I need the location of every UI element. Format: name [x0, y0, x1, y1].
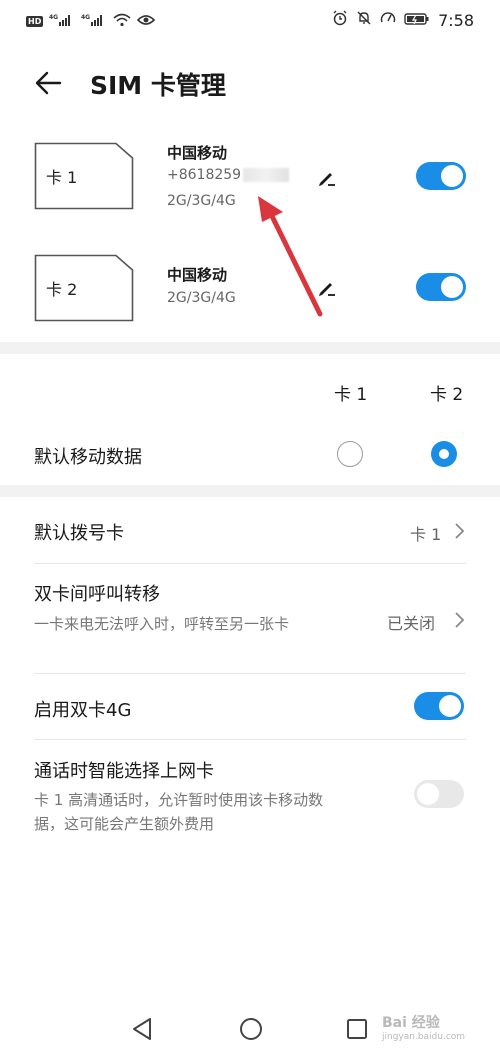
default-dial-card-label: 默认拨号卡 [34, 523, 124, 544]
clock-time: 7:58 [438, 10, 474, 30]
hd-badge: HD [26, 16, 44, 27]
column-header-card-2: 卡 2 [430, 385, 464, 405]
default-dial-card-row[interactable]: 默认拨号卡 卡 1 [0, 500, 500, 562]
smart-data-toggle[interactable] [414, 780, 464, 808]
sim-carrier: 中国移动 [167, 266, 228, 284]
sim-card-label: 卡 1 [46, 168, 78, 187]
red-arrow-annotation [258, 196, 323, 317]
smart-data-label: 通话时智能选择上网卡 [34, 761, 214, 782]
row-divider [34, 673, 466, 674]
svg-text:4G: 4G [81, 14, 90, 21]
sim-phone-number: +8618259 [167, 167, 290, 183]
triangle-back-icon [133, 1018, 151, 1040]
nav-back-button[interactable] [128, 1014, 158, 1044]
pencil-icon [319, 173, 335, 186]
default-data-card-2-radio[interactable] [431, 441, 457, 467]
mute-icon [356, 10, 372, 30]
default-dial-card-value: 卡 1 [410, 525, 442, 544]
page-title: SIM 卡管理 [90, 71, 226, 100]
call-forward-value: 已关闭 [387, 614, 436, 633]
signal-icon-1: 4G [49, 12, 75, 31]
row-divider [34, 739, 466, 740]
sim-2-toggle[interactable] [416, 273, 466, 301]
call-forward-description: 一卡来电无法呼入时，呼转至另一张卡 [34, 615, 290, 633]
dual-4g-label: 启用双卡4G [34, 700, 132, 721]
svg-text:4G: 4G [49, 14, 58, 21]
call-forward-label: 双卡间呼叫转移 [34, 584, 160, 605]
status-bar: HD 4G 4G 7:58 [0, 0, 500, 42]
alarm-icon [332, 10, 348, 30]
circle-home-icon [240, 1018, 262, 1040]
default-data-label: 默认移动数据 [34, 447, 142, 468]
edit-name-button[interactable] [316, 166, 338, 188]
smart-data-description: 卡 1 高清通话时，允许暂时使用该卡移动数据，这可能会产生额外费用 [34, 791, 324, 833]
battery-icon [404, 11, 430, 30]
eye-icon [137, 12, 156, 31]
chevron-right-icon [455, 612, 465, 628]
nav-home-button[interactable] [236, 1014, 266, 1044]
speed-icon [380, 10, 396, 30]
signal-icon-2: 4G [81, 12, 107, 31]
chevron-right-icon [455, 523, 465, 539]
back-arrow-icon [35, 71, 62, 95]
section-divider [0, 485, 500, 497]
sim-network-type: 2G/3G/4G [167, 290, 236, 306]
default-data-card-1-radio[interactable] [337, 441, 363, 467]
square-recents-icon [347, 1019, 367, 1039]
sim-1-toggle[interactable] [416, 162, 466, 190]
wifi-icon [113, 12, 131, 31]
call-forward-row[interactable]: 双卡间呼叫转移 一卡来电无法呼入时，呼转至另一张卡 已关闭 [0, 564, 500, 672]
column-header-card-1: 卡 1 [334, 385, 368, 405]
nav-recents-button[interactable] [342, 1014, 372, 1044]
sim-network-type: 2G/3G/4G [167, 193, 236, 209]
back-button[interactable] [32, 66, 66, 100]
app-header: SIM 卡管理 [0, 58, 500, 108]
section-divider [0, 342, 500, 354]
dual-4g-toggle[interactable] [414, 692, 464, 720]
baidu-watermark: Bai 经验 jingyan.baidu.com [382, 1015, 466, 1042]
sim-carrier: 中国移动 [167, 144, 228, 162]
sim-card-label: 卡 2 [46, 280, 78, 299]
